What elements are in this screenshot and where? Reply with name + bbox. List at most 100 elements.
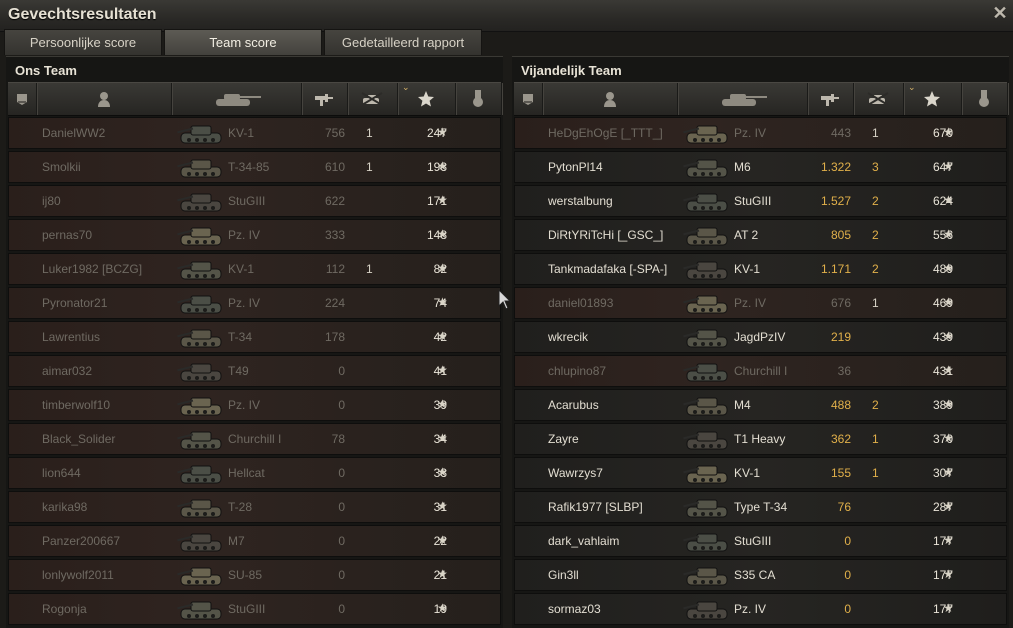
tank-name: AT 2 (734, 228, 759, 242)
player-name: wkrecik (548, 330, 589, 344)
tank-icon (683, 119, 739, 147)
damage-value: 1.527 (820, 194, 851, 208)
player-name: Tankmadafaka [-SPA-] (548, 262, 668, 276)
close-icon[interactable]: ✕ (991, 4, 1009, 22)
column-damage[interactable] (807, 83, 854, 115)
table-row[interactable]: pernas70 Pz. IV 333 148 ★ (8, 219, 501, 251)
table-row[interactable]: Smolkii T-34-85 610 1 193 ★ (8, 151, 501, 183)
table-row[interactable]: daniel01893 Pz. IV 676 1 469 ★ (514, 287, 1007, 319)
tank-icon (177, 459, 233, 487)
table-row[interactable]: sormaz03 Pz. IV 0 177 ★ (514, 593, 1007, 625)
table-row[interactable]: wkrecik JagdPzIV 219 439 ★ (514, 321, 1007, 353)
star-icon: ★ (943, 193, 954, 207)
tab-personal-score[interactable]: Persoonlijke score (4, 29, 162, 55)
star-icon: ★ (437, 465, 448, 479)
star-icon: ★ (943, 601, 954, 615)
table-row[interactable]: ij80 StuGIII 622 171 ★ (8, 185, 501, 217)
table-row[interactable]: Acarubus M4 488 2 389 ★ (514, 389, 1007, 421)
column-kills[interactable] (853, 83, 904, 115)
tank-name: Pz. IV (734, 296, 767, 310)
table-row[interactable]: Panzer200667 M7 0 22 ★ (8, 525, 501, 557)
column-tank[interactable] (171, 83, 302, 115)
tank-name: M4 (734, 398, 751, 412)
tank-icon (683, 289, 739, 317)
player-name: dark_vahlaim (548, 534, 620, 548)
tank-name: KV-1 (228, 126, 255, 140)
tank-name: SU-85 (228, 568, 263, 582)
player-name: Lawrentius (42, 330, 101, 344)
tank-icon (683, 221, 739, 249)
table-row[interactable]: DiRtYRiTcHi [_GSC_] AT 2 805 2 556 ★ (514, 219, 1007, 251)
damage-value: 112 (325, 262, 345, 276)
table-row[interactable]: Wawrzys7 KV-1 155 1 307 ★ (514, 457, 1007, 489)
column-squad[interactable] (514, 83, 543, 115)
table-row[interactable]: Pyronator21 Pz. IV 224 74 ★ (8, 287, 501, 319)
player-name: Pyronator21 (42, 296, 108, 310)
kills-value: 2 (872, 398, 879, 412)
column-medal[interactable] (961, 83, 1008, 115)
table-row[interactable]: DanielWW2 KV-1 756 1 247 ★ (8, 117, 501, 149)
tank-name: StuGIII (734, 534, 772, 548)
tab-detailed-report[interactable]: Gedetailleerd rapport (324, 29, 482, 55)
player-name: DanielWW2 (42, 126, 106, 140)
table-row[interactable]: timberwolf10 Pz. IV 0 39 ★ (8, 389, 501, 421)
damage-value: 178 (324, 330, 345, 344)
tank-icon (177, 561, 233, 589)
table-row[interactable]: werstalbung StuGIII 1.527 2 624 ★ (514, 185, 1007, 217)
column-xp-star[interactable]: ⌄ (397, 82, 456, 115)
kills-value: 2 (872, 194, 879, 208)
table-row[interactable]: lonlywolf2011 SU-85 0 21 ★ (8, 559, 501, 591)
tank-icon (177, 357, 233, 385)
damage-value: 0 (338, 568, 345, 582)
tank-name: Pz. IV (734, 126, 767, 140)
table-row[interactable]: dark_vahlaim StuGIII 0 177 ★ (514, 525, 1007, 557)
damage-value: 443 (830, 126, 851, 140)
table-row[interactable]: aimar032 T49 0 41 ★ (8, 355, 501, 387)
table-row[interactable]: Zayre T1 Heavy 362 1 370 ★ (514, 423, 1007, 455)
player-name: lonlywolf2011 (42, 568, 114, 582)
table-row[interactable]: Lawrentius T-34 178 42 ★ (8, 321, 501, 353)
table-row[interactable]: Gin3ll S35 CA 0 177 ★ (514, 559, 1007, 591)
tank-icon (177, 153, 233, 181)
column-tank[interactable] (677, 83, 808, 115)
damage-value: 676 (830, 296, 851, 310)
damage-value: 78 (331, 432, 345, 446)
damage-value: 76 (837, 500, 851, 514)
sort-indicator-icon: ⌄ (908, 82, 916, 92)
table-row[interactable]: Tankmadafaka [-SPA-] KV-1 1.171 2 489 ★ (514, 253, 1007, 285)
tank-name: T-28 (228, 500, 253, 514)
column-player[interactable] (36, 83, 172, 115)
tab-team-score[interactable]: Team score (164, 29, 322, 55)
table-row[interactable]: Rogonja StuGIII 0 19 ★ (8, 593, 501, 625)
column-kills[interactable] (347, 83, 398, 115)
column-player[interactable] (542, 83, 678, 115)
column-squad[interactable] (8, 83, 37, 115)
tank-name: Type T-34 (734, 500, 788, 514)
player-name: Black_Solider (42, 432, 116, 446)
star-icon: ★ (943, 499, 954, 513)
damage-value: 0 (338, 398, 345, 412)
damage-value: 610 (324, 160, 345, 174)
table-row[interactable]: Black_Solider Churchill I 78 34 ★ (8, 423, 501, 455)
damage-value: 0 (844, 568, 851, 582)
tank-icon (683, 561, 739, 589)
star-icon: ★ (437, 567, 448, 581)
tank-icon (683, 527, 739, 555)
damage-value: 622 (324, 194, 345, 208)
table-row[interactable]: karika98 T-28 0 31 ★ (8, 491, 501, 523)
column-xp-star[interactable]: ⌄ (903, 82, 962, 115)
our-team-panel: Ons Team ⌄ DanielWW2 KV-1 756 1 247 ★ Smolkii T-… (6, 56, 503, 628)
star-icon: ★ (943, 125, 954, 139)
table-row[interactable]: lion644 Hellcat 0 33 ★ (8, 457, 501, 489)
column-damage[interactable] (301, 83, 348, 115)
table-row[interactable]: chlupino87 Churchill I 36 431 ★ (514, 355, 1007, 387)
table-row[interactable]: Rafik1977 [SLBP] Type T-34 76 287 ★ (514, 491, 1007, 523)
damage-value: 0 (338, 500, 345, 514)
star-icon: ★ (437, 227, 448, 241)
table-row[interactable]: Luker1982 [BCZG] KV-1 112 1 82 ★ (8, 253, 501, 285)
table-row[interactable]: HeDgEhOgE [_TTT_] Pz. IV 443 1 670 ★ (514, 117, 1007, 149)
tank-icon (683, 255, 739, 283)
table-row[interactable]: PytonPl14 M6 1.322 3 647 ★ (514, 151, 1007, 183)
column-medal[interactable] (455, 83, 502, 115)
star-icon: ★ (437, 601, 448, 615)
